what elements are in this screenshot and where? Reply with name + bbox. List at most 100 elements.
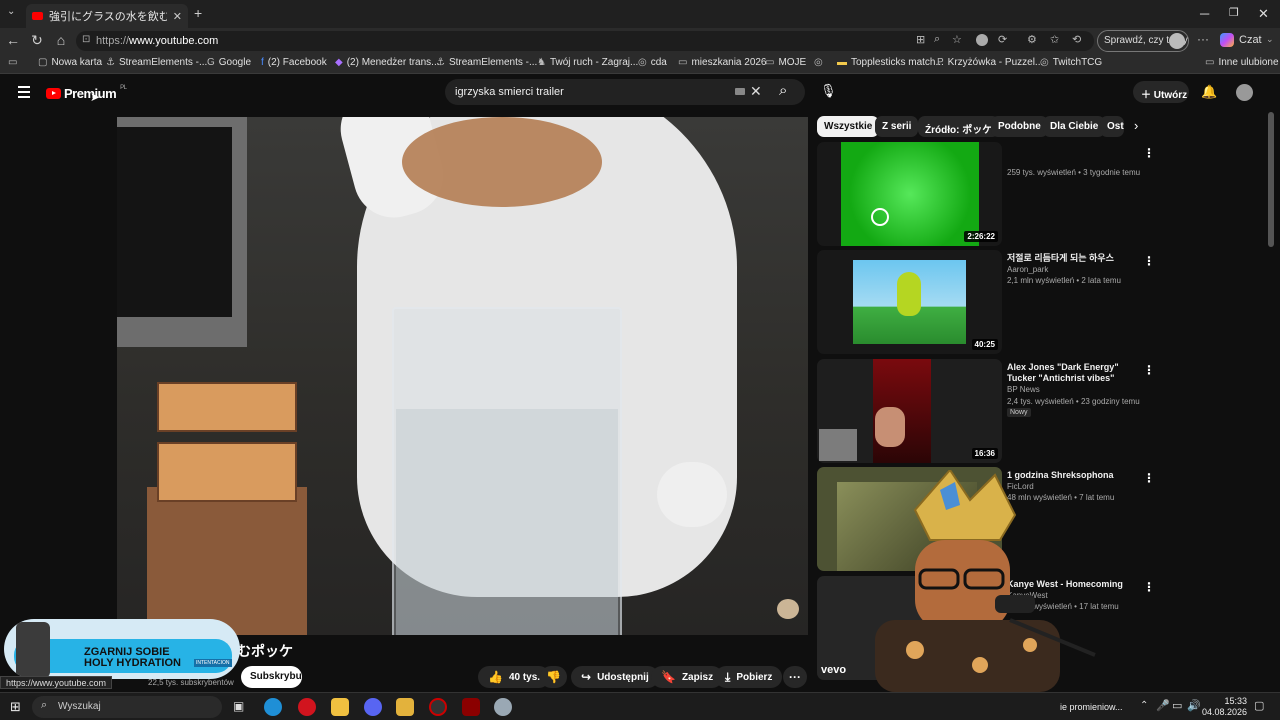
system-clock[interactable]: 15:33 04.08.2026	[1201, 696, 1247, 718]
address-bar[interactable]: ⊡ https://www.youtube.com ⊞ ⌕ ☆ ⟳ ⚙ ✩ ⟲	[76, 31, 1094, 51]
history-icon[interactable]: ⟲	[1072, 33, 1081, 46]
running-window-label[interactable]: ie promieniow...	[1060, 702, 1123, 712]
bookmark-item[interactable]: ⚓ StreamElements -...	[106, 57, 207, 68]
minimize-icon[interactable]: ─	[1200, 6, 1209, 21]
site-info-icon[interactable]: ⊡	[82, 34, 90, 45]
chip-series[interactable]: Z serii	[875, 116, 919, 137]
more-options-icon[interactable]: ···	[1197, 32, 1209, 46]
more-actions-button[interactable]: ···	[783, 666, 807, 688]
obs-icon[interactable]	[429, 698, 447, 716]
page-scrollbar[interactable]	[1268, 112, 1274, 247]
bookmark-item[interactable]: ◆ (2) Menedżer trans...	[335, 57, 440, 68]
extensions-icon[interactable]: ⚙	[1027, 33, 1037, 46]
chips-next-icon[interactable]: ›	[1134, 118, 1138, 133]
bookmark-item[interactable]: f (2) Facebook	[261, 57, 327, 68]
bookmark-item[interactable]: ♞ Twój ruch - Zagraj...	[537, 57, 638, 68]
home-icon[interactable]: ⌂	[52, 32, 70, 48]
chip-for-you[interactable]: Dla Ciebie	[1043, 116, 1106, 137]
more-vert-icon[interactable]: ⋮	[1143, 471, 1155, 485]
search-input[interactable]: igrzyska smierci trailer	[455, 86, 564, 98]
bookmark-folder[interactable]: ▭ mieszkania 2026	[678, 57, 767, 68]
create-button[interactable]: ＋ Utwórz	[1133, 81, 1189, 103]
extension-icon[interactable]	[976, 34, 988, 46]
video-player[interactable]	[117, 117, 808, 635]
bookmark-folder[interactable]: ▭ MOJE	[765, 57, 806, 68]
favorites-icon[interactable]: ✩	[1050, 33, 1059, 46]
microphone-icon[interactable]: 🎤	[1156, 699, 1170, 712]
bookmark-item[interactable]: ◎	[814, 57, 823, 68]
riot-icon[interactable]	[462, 698, 480, 716]
tray-chevron-icon[interactable]: ⌃	[1140, 700, 1148, 711]
more-vert-icon[interactable]: ⋮	[1143, 363, 1155, 377]
bookmark-item[interactable]: ⚓ StreamElements -...	[436, 57, 537, 68]
bookmark-item[interactable]: G Google	[207, 57, 251, 68]
bookmark-item[interactable]: P Krzyżówka - Puzzel...	[937, 57, 1043, 68]
youtube-premium-logo[interactable]: Premium PL	[46, 85, 127, 101]
task-view-icon[interactable]: ▣	[233, 699, 244, 713]
extension-puzzle-icon[interactable]: ⟳	[998, 33, 1007, 46]
menu-hamburger-icon[interactable]	[18, 86, 30, 101]
other-bookmarks[interactable]: ▭ Inne ulubione	[1205, 57, 1279, 68]
profile-check-button[interactable]: Sprawdź, czy to Ty	[1097, 30, 1189, 52]
channel-name[interactable]: Aaron_park	[1007, 265, 1048, 274]
tab-close-icon[interactable]: ✕	[173, 10, 182, 23]
save-button[interactable]: 🔖 Zapisz	[651, 666, 724, 688]
favorite-star-icon[interactable]: ☆	[952, 33, 962, 46]
tab-active[interactable]: 強引にグラスの水を飲むポッケ - YouTube ✕	[26, 4, 188, 28]
recommendation-item[interactable]: 2:26:22 259 tys. wyświetleń • 3 tygodnie…	[817, 142, 1157, 246]
video-thumbnail[interactable]: 16:36	[817, 359, 1002, 463]
notifications-icon[interactable]: ▢	[1254, 699, 1264, 712]
bookmark-item[interactable]: ◎ TwitchTCG	[1040, 57, 1102, 68]
window-close-icon[interactable]: ✕	[1258, 6, 1269, 22]
recommendation-item[interactable]: 40:25 저절로 리듬타게 되는 하우스 Aaron_park 2,1 mln…	[817, 250, 1157, 354]
start-menu-icon[interactable]: ⊞	[10, 699, 21, 715]
bookmark-item[interactable]: ◎ cda	[638, 57, 667, 68]
app-icon[interactable]	[494, 698, 512, 716]
network-icon[interactable]: ▭	[1172, 699, 1182, 712]
tab-list-chevron-icon[interactable]: ⌄	[7, 6, 15, 17]
opera-icon[interactable]	[298, 698, 316, 716]
chip-recent[interactable]: Ost	[1100, 116, 1124, 137]
bookmark-item[interactable]: ▬ Topplesticks match...	[837, 57, 944, 68]
video-thumbnail[interactable]: 2:26:22	[817, 142, 1002, 246]
chip-all[interactable]: Wszystkie	[817, 116, 880, 137]
search-box[interactable]: igrzyska smierci trailer ✕ ⌕	[445, 79, 805, 105]
search-icon[interactable]: ⌕	[779, 82, 787, 99]
toolbar-chevron-icon[interactable]: ⌄	[1266, 34, 1274, 45]
reload-icon[interactable]: ↻	[28, 32, 46, 49]
chip-related[interactable]: Podobne	[991, 116, 1048, 137]
edge-browser-icon[interactable]	[264, 698, 282, 716]
channel-name[interactable]: BP News	[1007, 385, 1040, 394]
voice-search-icon[interactable]: 🎙	[820, 83, 837, 99]
copilot-button[interactable]: Czat	[1220, 33, 1262, 47]
back-icon[interactable]: ←	[4, 32, 22, 48]
notifications-bell-icon[interactable]: 🔔	[1201, 84, 1217, 100]
keyboard-icon[interactable]	[735, 88, 745, 95]
file-explorer-icon[interactable]	[331, 698, 349, 716]
channel-watermark-icon[interactable]	[777, 599, 799, 619]
bookmark-item[interactable]: ▢ Nowa karta	[38, 57, 102, 68]
app-icon[interactable]	[396, 698, 414, 716]
video-title[interactable]: Alex Jones "Dark Energy" Tucker "Antichr…	[1007, 362, 1142, 384]
more-vert-icon[interactable]: ⋮	[1143, 254, 1155, 268]
download-button[interactable]: ⤓ Pobierz	[715, 666, 783, 688]
zoom-icon[interactable]: ⌕	[934, 33, 940, 46]
discord-icon[interactable]	[364, 698, 382, 716]
video-thumbnail[interactable]: 40:25	[817, 250, 1002, 354]
bookmarks-menu-icon[interactable]: ▭	[8, 57, 17, 68]
video-title[interactable]: 저절로 리듬타게 되는 하우스	[1007, 253, 1142, 264]
clear-search-icon[interactable]: ✕	[750, 83, 762, 100]
restore-icon[interactable]: ❐	[1229, 6, 1239, 19]
dislike-button[interactable]: 👎	[540, 666, 567, 688]
account-avatar[interactable]	[1236, 84, 1253, 101]
taskbar-search[interactable]: ⌕ Wyszukaj	[32, 696, 222, 718]
more-vert-icon[interactable]: ⋮	[1143, 580, 1155, 594]
app-available-icon[interactable]: ⊞	[916, 33, 925, 46]
new-tab-icon[interactable]: +	[194, 5, 202, 21]
share-button[interactable]: ↪ Udostępnij	[571, 666, 659, 688]
more-vert-icon[interactable]: ⋮	[1143, 146, 1155, 160]
subscribe-button[interactable]: Subskrybuj	[241, 666, 304, 688]
chip-source[interactable]: Źródło: ポッケ	[918, 116, 1000, 137]
recommendation-item[interactable]: 16:36 Alex Jones "Dark Energy" Tucker "A…	[817, 359, 1157, 463]
volume-icon[interactable]: 🔊	[1187, 699, 1201, 712]
